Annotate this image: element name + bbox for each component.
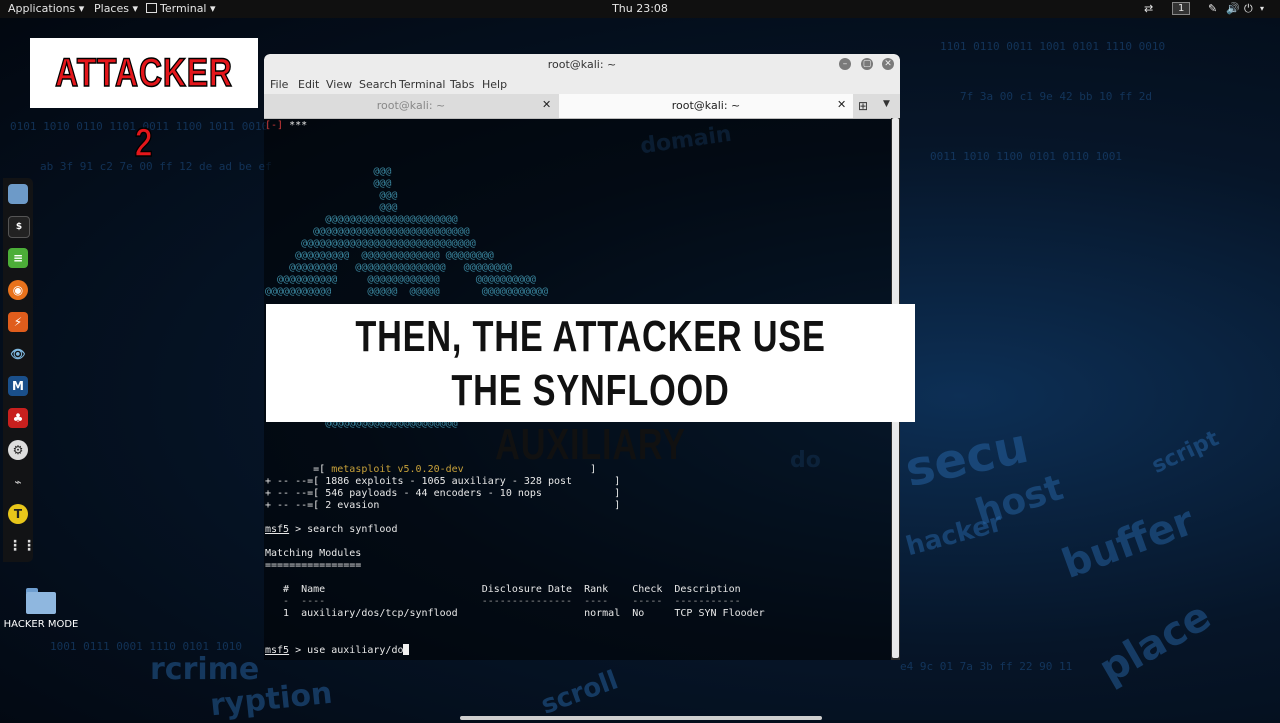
- burpsuite-icon[interactable]: ⚡: [8, 312, 28, 332]
- ascii-art-line: @@@@@@@@ @@@@@@@@@@@@@@@ @@@@@@@@: [265, 262, 512, 273]
- armitage-icon[interactable]: ♣: [8, 408, 28, 428]
- banner-line: + -- --=[ 1886 exploits - 1065 auxiliary…: [265, 476, 621, 487]
- app-grid-icon[interactable]: ⋮⋮: [8, 536, 36, 556]
- input-text: > use auxiliary/do: [289, 645, 404, 656]
- eye-icon[interactable]: 👁: [8, 344, 28, 364]
- chevron-down-icon[interactable]: ▼: [883, 99, 890, 109]
- window-titlebar[interactable]: root@kali: ~ – ▢ ✕: [264, 54, 900, 75]
- ascii-art-line: @@@@@@@@@ @@@@@@@@@@@@@ @@@@@@@@: [265, 250, 494, 261]
- chevron-down-icon[interactable]: ▾: [1260, 4, 1264, 13]
- prompt: msf5: [265, 524, 290, 535]
- menubar: File Edit View Search Terminal Tabs Help: [264, 75, 900, 94]
- tab-terminal-1[interactable]: root@kali: ~ ✕: [264, 94, 558, 118]
- bottom-progress-bar: [460, 716, 822, 720]
- dock: $ ≡ ◉ ⚡ 👁 M ♣ ⚙ ⌁ T ⋮⋮: [3, 178, 36, 562]
- ascii-art-line: @@@: [265, 190, 398, 201]
- menu-help[interactable]: Help: [482, 78, 507, 91]
- caption-text: THEN, THE ATTACKER USE THE SYNFLOOD AUXI…: [337, 310, 843, 472]
- tab-label: root@kali: ~: [376, 99, 446, 112]
- window-title: root@kali: ~: [547, 58, 617, 71]
- tab-bar: root@kali: ~ ✕ root@kali: ~ ✕ ⊞ ▼: [264, 94, 900, 119]
- input-line[interactable]: msf5 > use auxiliary/do: [265, 644, 410, 657]
- new-tab-button[interactable]: ⊞: [858, 99, 868, 113]
- ascii-art-line: @@@: [265, 202, 398, 213]
- prompt: msf5: [265, 645, 290, 656]
- places-menu[interactable]: Places ▾: [94, 2, 138, 15]
- attacker-badge-label: ATTACKER 2: [55, 50, 233, 166]
- tab-terminal-2[interactable]: root@kali: ~ ✕: [559, 94, 853, 118]
- ascii-art-line: @@@@@@@@@@@@@@@@@@@@@@@@@@: [265, 226, 470, 237]
- table-header: # Name Disclosure Date Rank Check Descri…: [265, 584, 741, 595]
- ascii-art-line: @@@: [265, 178, 392, 189]
- command-line: msf5 > search synflood: [265, 524, 398, 535]
- terminal-icon[interactable]: $: [8, 216, 30, 238]
- minimize-button[interactable]: –: [839, 58, 851, 70]
- power-icon[interactable]: ⏻: [1244, 2, 1253, 16]
- maximize-button[interactable]: ▢: [861, 58, 873, 70]
- table-rule: - ---- --------------- ---- ----- ------…: [265, 596, 741, 607]
- terminal-app-menu[interactable]: Terminal ▾: [146, 2, 216, 15]
- metasploit-icon[interactable]: M: [8, 376, 28, 396]
- files-icon[interactable]: [8, 184, 28, 204]
- attacker-badge: ATTACKER 2: [30, 38, 258, 166]
- folder-icon[interactable]: [26, 588, 56, 614]
- top-panel: Applications ▾ Places ▾ Terminal ▾ Thu 2…: [0, 0, 1280, 18]
- ascii-art-line: @@@@@@@@@@@ @@@@@ @@@@@ @@@@@@@@@@@: [265, 286, 548, 297]
- terminal-line: [-] ***: [265, 120, 308, 131]
- ascii-art-line: @@@@@@@@@@@@@@@@@@@@@@@@@@@@@: [265, 238, 476, 249]
- wifi-icon[interactable]: ⌁: [8, 472, 28, 492]
- menu-edit[interactable]: Edit: [298, 78, 319, 91]
- ascii-art-line: @@@@@@@@@@@@@@@@@@@@@@: [265, 214, 458, 225]
- terminal-small-icon: [146, 3, 157, 13]
- maltego-icon[interactable]: ⚙: [8, 440, 28, 460]
- heading-rule: ================: [265, 560, 362, 571]
- caption-line-2: AUXILIARY: [495, 420, 686, 469]
- tool-icon[interactable]: T: [8, 504, 28, 524]
- ascii-art-line: @@@: [265, 166, 392, 177]
- workspace-indicator[interactable]: 1: [1172, 2, 1191, 15]
- network-icon[interactable]: ⇄: [1144, 2, 1153, 15]
- applications-menu[interactable]: Applications ▾: [8, 2, 84, 15]
- menu-file[interactable]: File: [270, 78, 288, 91]
- desktop-folder-label[interactable]: HACKER MODE: [0, 619, 82, 630]
- notes-icon[interactable]: ≡: [8, 248, 28, 268]
- menu-tabs[interactable]: Tabs: [450, 78, 474, 91]
- matching-modules-heading: Matching Modules: [265, 548, 362, 559]
- caption-banner: THEN, THE ATTACKER USE THE SYNFLOOD AUXI…: [266, 304, 915, 469]
- ascii-art-line: @@@@@@@@@@ @@@@@@@@@@@@ @@@@@@@@@@: [265, 274, 536, 285]
- pen-icon[interactable]: ✎: [1208, 2, 1217, 15]
- banner-line: + -- --=[ 2 evasion ]: [265, 500, 621, 511]
- close-icon[interactable]: ✕: [837, 98, 846, 111]
- terminal-app-menu-label: Terminal ▾: [160, 2, 216, 15]
- banner-line: + -- --=[ 546 payloads - 44 encoders - 1…: [265, 488, 621, 499]
- tab-label: root@kali: ~: [671, 99, 741, 112]
- menu-view[interactable]: View: [326, 78, 352, 91]
- close-button[interactable]: ✕: [882, 58, 894, 70]
- menu-terminal[interactable]: Terminal: [399, 78, 446, 91]
- text-cursor: [403, 644, 410, 655]
- close-icon[interactable]: ✕: [542, 98, 551, 111]
- menu-search[interactable]: Search: [359, 78, 397, 91]
- table-row: 1 auxiliary/dos/tcp/synflood normal No T…: [265, 608, 765, 619]
- caption-line-1: THEN, THE ATTACKER USE THE SYNFLOOD: [355, 312, 826, 415]
- volume-icon[interactable]: 🔊: [1226, 2, 1240, 15]
- firefox-icon[interactable]: ◉: [8, 280, 28, 300]
